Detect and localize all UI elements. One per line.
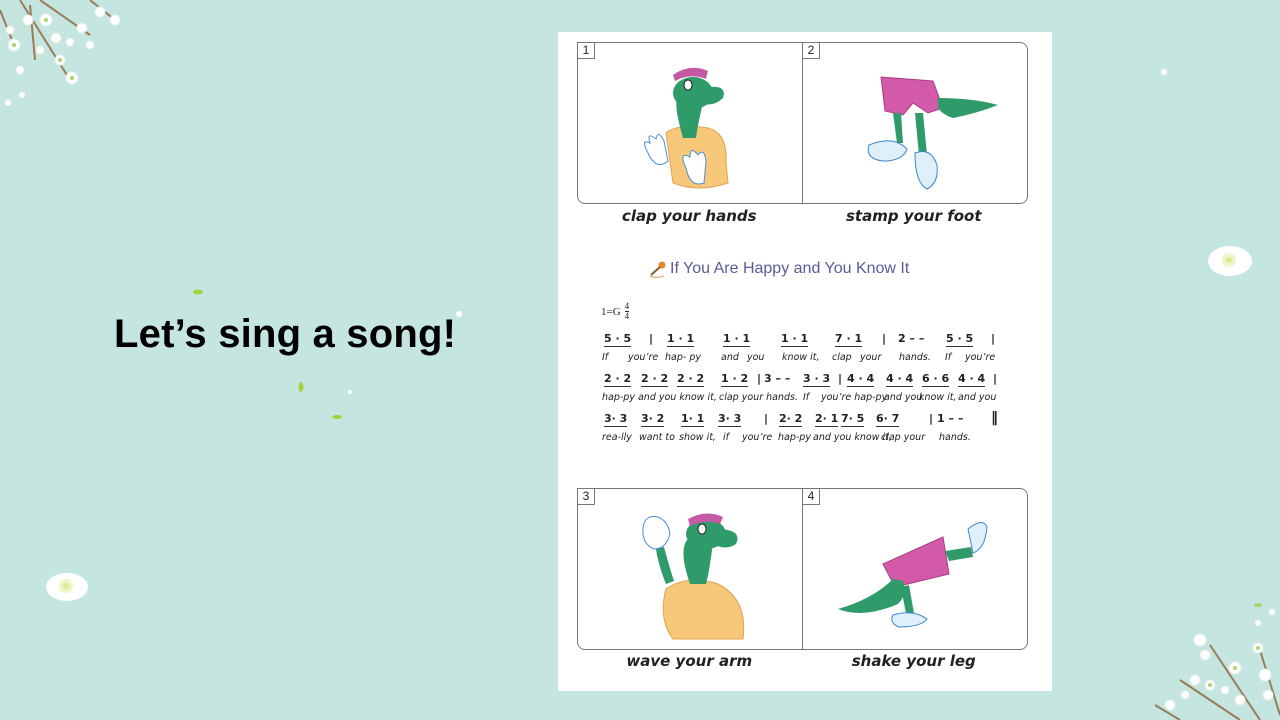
song-line-2: 2 · 2 2 · 2 2 · 2 1 · 2 | 3 – – 3 · 3 | … — [601, 372, 1001, 406]
turtle-waving-arm-icon — [642, 513, 745, 640]
key-signature: 1=G 4 4 — [601, 301, 630, 321]
key-text: 1=G — [601, 305, 621, 318]
bottom-caption-row: wave your arm shake your leg — [577, 652, 1026, 670]
lyrics-line: If you’re hap- py and you know it, clap … — [602, 352, 996, 363]
caption-stamp-foot: stamp your foot — [846, 207, 982, 225]
caption-clap-hands: clap your hands — [621, 207, 757, 225]
legs-shaking-leg-icon — [838, 522, 988, 628]
textbook-page: 1 2 clap your hands stamp your foot If Y… — [558, 32, 1052, 691]
leaf-icon — [332, 415, 342, 419]
panel-shake-leg: 4 — [802, 488, 1027, 649]
legs-stamping-foot-icon — [867, 76, 998, 190]
notes-line: 3· 3 3· 2 1· 1 3· 3 | 2· 2 2· 1 7· 5 6· … — [604, 410, 998, 427]
petal-icon — [456, 311, 462, 317]
white-flower-left-icon — [46, 573, 88, 601]
white-flower-right-icon — [1208, 246, 1252, 276]
time-signature: 4 4 — [624, 301, 630, 321]
microphone-icon — [649, 261, 666, 278]
song-line-1: 5 · 5 | 1 · 1 1 · 1 1 · 1 7 · 1 | 2 – – … — [601, 332, 1001, 366]
bottom-panel-row: 3 4 — [577, 488, 1028, 650]
turtle-clapping-hands-icon — [644, 67, 729, 189]
panel-stamp-foot: 2 — [802, 42, 1027, 203]
lyrics-line: hap-py and you know it, clap your hands.… — [602, 392, 997, 403]
panel-wave-arm: 3 — [577, 488, 802, 649]
song-line-3: 3· 3 3· 2 1· 1 3· 3 | 2· 2 2· 1 7· 5 6· … — [601, 410, 1001, 446]
blossom-branch-top-left-icon — [0, 0, 121, 107]
notes-line: 2 · 2 2 · 2 2 · 2 1 · 2 | 3 – – 3 · 3 | … — [604, 372, 998, 387]
slide: Let’s sing a song! 1 2 clap your hands s… — [0, 0, 1280, 720]
caption-shake-leg: shake your leg — [851, 652, 976, 670]
panel-clap-hands: 1 — [577, 42, 802, 203]
song-title-text: If You Are Happy and You Know It — [670, 260, 910, 277]
lyrics-line: rea-lly want to show it, if you’re hap-p… — [602, 432, 971, 443]
song-title: If You Are Happy and You Know It — [648, 260, 909, 278]
leaf-icon — [298, 382, 304, 392]
petal-icon — [348, 390, 352, 394]
slide-title: Let’s sing a song! — [114, 312, 457, 356]
petal-icon — [1161, 69, 1167, 75]
top-panel-row: 1 2 — [577, 42, 1028, 204]
notes-line: 5 · 5 | 1 · 1 1 · 1 1 · 1 7 · 1 | 2 – – … — [604, 332, 996, 347]
caption-wave-arm: wave your arm — [626, 652, 753, 670]
blossom-branch-bottom-right-icon — [1154, 603, 1280, 720]
top-caption-row: clap your hands stamp your foot — [577, 207, 1026, 225]
leaf-icon — [193, 289, 203, 295]
